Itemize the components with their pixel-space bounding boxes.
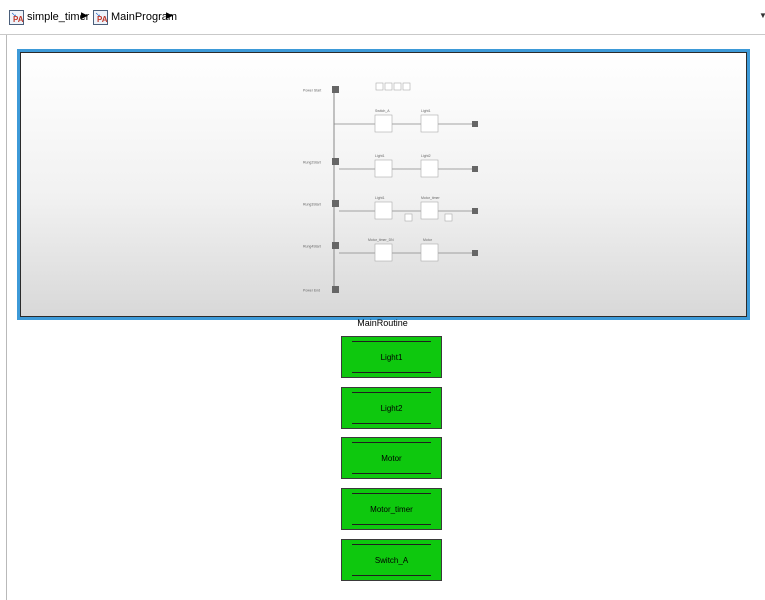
block-switch-a[interactable]: Switch_A <box>341 539 442 581</box>
breadcrumb-item-simple-timer[interactable]: ➘ PA simple_timer <box>9 9 89 25</box>
power-start-port <box>332 86 339 93</box>
rung-3-element-1-label: Light1 <box>375 196 385 200</box>
rung-2-element-2 <box>420 159 439 178</box>
block-motor-timer[interactable]: Motor_timer <box>341 488 442 530</box>
rung-3-start-port <box>332 200 339 207</box>
block-light2[interactable]: Light2 <box>341 387 442 429</box>
rung-3-element-1 <box>374 201 393 220</box>
breadcrumb: ➘ PA simple_timer ▶ ➘ PA MainProgram ▶ ▼ <box>0 0 765 35</box>
rung-4-element-2-label: Motor <box>423 238 433 242</box>
rung-2-output-port <box>472 166 478 172</box>
routine-label: MainRoutine <box>357 318 408 328</box>
block-label: Switch_A <box>374 555 409 565</box>
rung-4-start-label: Rung4Start <box>303 245 321 249</box>
block-light1[interactable]: Light1 <box>341 336 442 378</box>
rung-3-element-2-label: Motor_timer <box>421 196 441 200</box>
block-label: Motor_timer <box>370 504 413 514</box>
rung-3-start-label: Rung3Start <box>303 203 321 207</box>
block-label: Light1 <box>380 352 403 362</box>
program-icon: ➘ PA <box>93 9 108 25</box>
rung-2-start-port <box>332 158 339 165</box>
rung-2-start-label: Rung2Start <box>303 161 321 165</box>
rung-4-element-1-label: Motor_timer_DN <box>368 238 394 242</box>
breadcrumb-item-mainprogram[interactable]: ➘ PA MainProgram <box>93 9 177 25</box>
rung-1-element-1 <box>374 114 393 133</box>
rung-4-start-port <box>332 242 339 249</box>
breadcrumb-label: simple_timer <box>27 11 90 23</box>
power-end-port <box>332 286 339 293</box>
breadcrumb-separator-icon: ▶ <box>81 10 88 20</box>
power-end-label: Power End <box>303 289 320 293</box>
rung-4-element-1 <box>374 243 393 262</box>
rung-3-timer-input <box>404 213 413 222</box>
rung-1-output-port <box>472 121 478 127</box>
breadcrumb-dropdown-icon[interactable]: ▼ <box>759 11 765 20</box>
ladder-diagram-preview: Power Start Power End Switch_A Light1 Ru… <box>303 82 478 293</box>
rung-1-element-2 <box>420 114 439 133</box>
rung-1-element-2-label: Light1 <box>421 109 431 113</box>
preview-tool-icon <box>402 82 411 91</box>
preview-tool-icon <box>393 82 402 91</box>
main-routine-block[interactable]: Power Start Power End Switch_A Light1 Ru… <box>17 49 750 320</box>
rung-3-timer-output <box>444 213 453 222</box>
rung-1-element-1-label: Switch_A <box>375 109 390 113</box>
routine-preview: Power Start Power End Switch_A Light1 Ru… <box>20 52 747 317</box>
model-icon: ➘ PA <box>9 9 24 25</box>
block-label: Light2 <box>380 403 403 413</box>
breadcrumb-separator-icon: ▶ <box>166 10 173 20</box>
rung-2-element-1 <box>374 159 393 178</box>
rung-4-element-2 <box>420 243 439 262</box>
rung-3-output-port <box>472 208 478 214</box>
block-motor[interactable]: Motor <box>341 437 442 479</box>
preview-tool-icon <box>384 82 393 91</box>
power-start-label: Power Start <box>303 89 321 93</box>
block-label: Motor <box>381 453 402 463</box>
rung-2-element-2-label: Light2 <box>421 154 431 158</box>
preview-tool-icon <box>375 82 384 91</box>
rung-4-output-port <box>472 250 478 256</box>
rung-2-element-1-label: Light1 <box>375 154 385 158</box>
rung-3-element-2 <box>420 201 439 220</box>
